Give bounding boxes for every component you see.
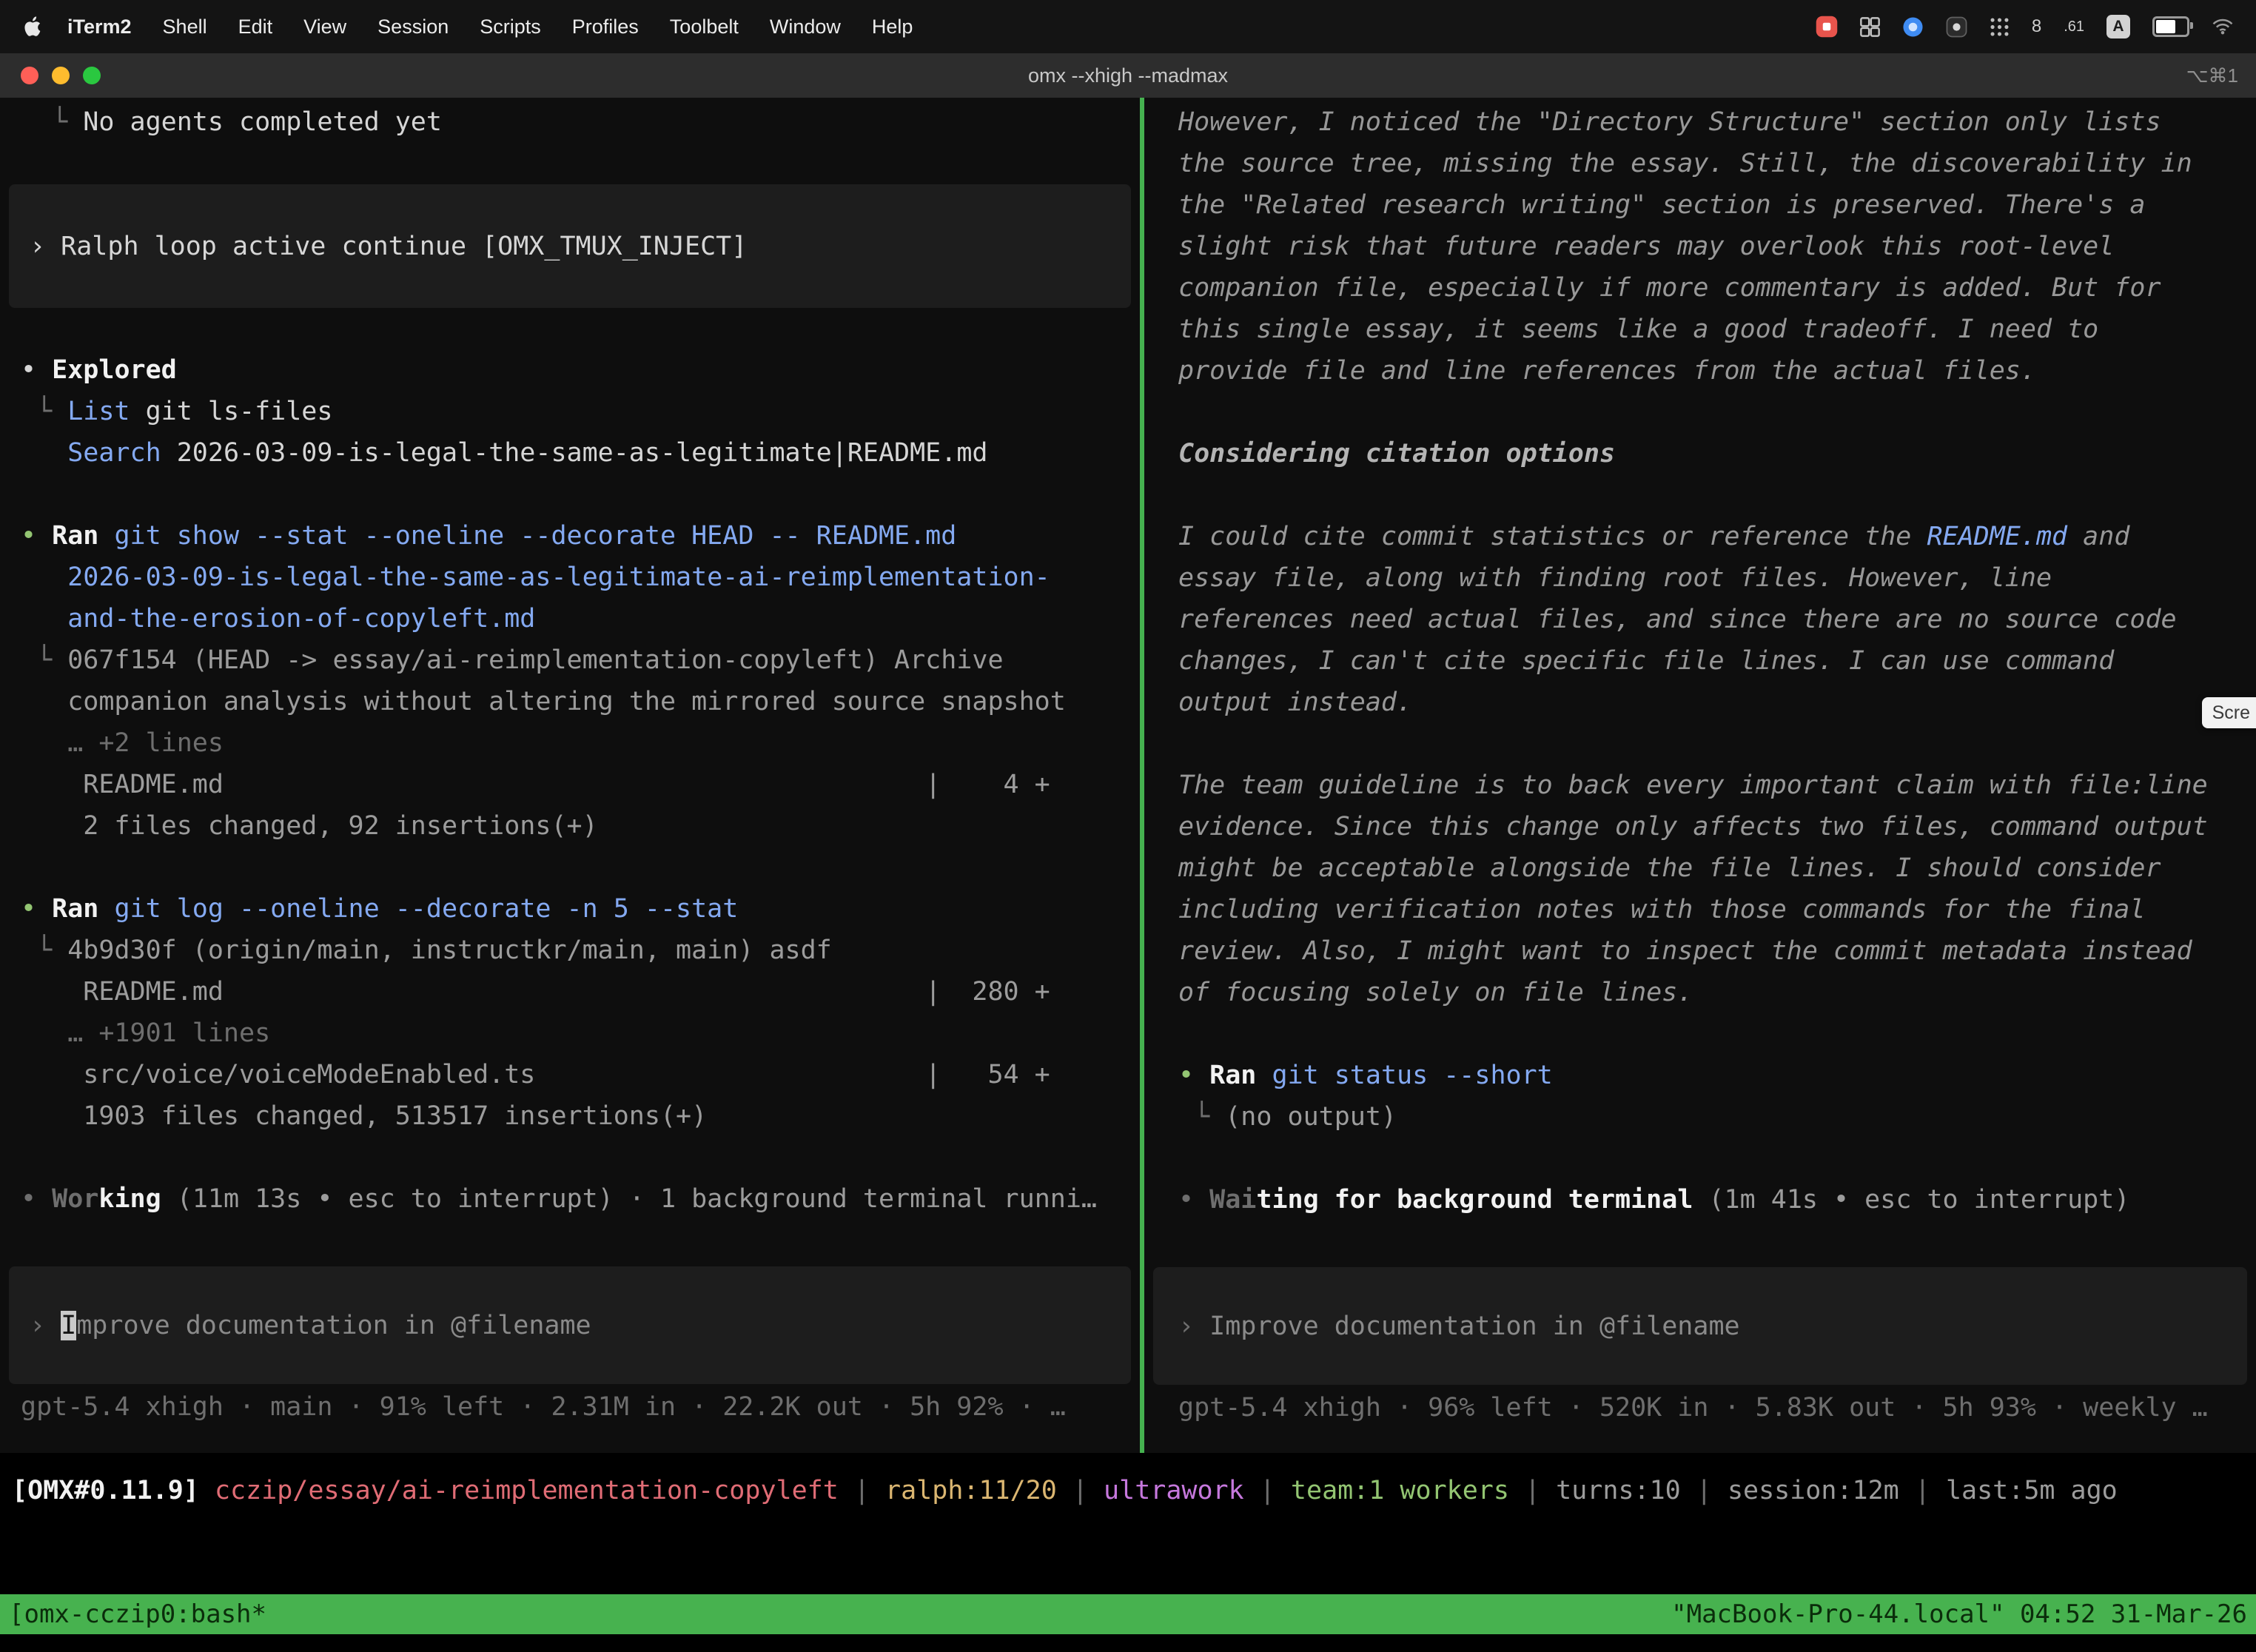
terminal-content: └ No agents completed yet › Ralph loop ac… — [0, 98, 2256, 1453]
terminal-line: companion file, especially if more comme… — [1144, 267, 2256, 309]
terminal-line: └ 4b9d30f (origin/main, instructkr/main,… — [0, 930, 1140, 971]
blank-line — [0, 847, 1140, 888]
terminal-line: the "Related research writing" section i… — [1144, 184, 2256, 226]
terminal-line: • Explored — [0, 349, 1140, 391]
terminal-line: • Ran git log --oneline --decorate -n 5 … — [0, 888, 1140, 930]
blue-app-icon[interactable] — [1902, 16, 1924, 38]
terminal-line: changes, I can't cite specific file line… — [1144, 640, 2256, 682]
terminal-line: The team guideline is to back every impo… — [1144, 765, 2256, 806]
terminal-line: • Ran git status --short — [1144, 1055, 2256, 1096]
terminal-line: provide file and line references from th… — [1144, 350, 2256, 392]
terminal-line: of focusing solely on file lines. — [1144, 972, 2256, 1013]
menu-item-scripts[interactable]: Scripts — [464, 16, 557, 38]
terminal-line: companion analysis without altering the … — [0, 681, 1140, 722]
terminal-line: README.md | 280 + — [0, 971, 1140, 1013]
menu-item-shell[interactable]: Shell — [147, 16, 223, 38]
app-dots-grid-icon[interactable] — [1990, 17, 2010, 37]
right-terminal-pane[interactable]: However, I noticed the "Directory Struct… — [1144, 98, 2256, 1453]
numeric-key-icon[interactable]: 8 — [2032, 16, 2041, 37]
ralph-loop-banner: › Ralph loop active continue [OMX_TMUX_I… — [9, 184, 1131, 308]
blank-line — [1144, 1138, 2256, 1179]
menu-item-help[interactable]: Help — [856, 16, 929, 38]
blank-line — [1144, 474, 2256, 516]
terminal-line: └ No agents completed yet — [0, 101, 1140, 143]
terminal-line: • Ran git show --stat --oneline --decora… — [0, 515, 1140, 557]
dark-app-icon[interactable] — [1946, 16, 1967, 38]
terminal-line: might be acceptable alongside the file l… — [1144, 847, 2256, 889]
blank-line — [1144, 723, 2256, 765]
blank-line — [0, 474, 1140, 515]
menu-item-window[interactable]: Window — [754, 16, 856, 38]
zoom-window-button[interactable] — [83, 67, 101, 84]
terminal-line: • Waiting for background terminal (1m 41… — [1144, 1179, 2256, 1220]
menu-item-edit[interactable]: Edit — [223, 16, 289, 38]
menu-item-profiles[interactable]: Profiles — [557, 16, 654, 38]
prompt-input[interactable]: › Improve documentation in @filename — [1153, 1267, 2247, 1385]
terminal-line: and-the-erosion-of-copyleft.md — [0, 598, 1140, 639]
close-window-button[interactable] — [21, 67, 38, 84]
menu-item-iterm2[interactable]: iTerm2 — [52, 16, 147, 38]
terminal-line: slight risk that future readers may over… — [1144, 226, 2256, 267]
terminal-line: … +2 lines — [0, 722, 1140, 764]
terminal-line: 1903 files changed, 513517 insertions(+) — [0, 1095, 1140, 1137]
terminal-line: • Working (11m 13s • esc to interrupt) ·… — [0, 1178, 1140, 1220]
terminal-line: └ 067f154 (HEAD -> essay/ai-reimplementa… — [0, 639, 1140, 681]
tmux-session-label[interactable]: [omx-cczip0:bash* — [9, 1594, 266, 1634]
input-source-icon[interactable]: A — [2106, 15, 2130, 38]
terminal-line: this single essay, it seems like a good … — [1144, 309, 2256, 350]
terminal-line: └ List git ls-files — [0, 391, 1140, 432]
wifi-icon[interactable] — [2212, 18, 2234, 36]
menu-item-view[interactable]: View — [288, 16, 362, 38]
terminal-line: └ (no output) — [1144, 1096, 2256, 1138]
terminal-line: Considering citation options — [1144, 433, 2256, 474]
blank-line — [1144, 392, 2256, 433]
battery-icon[interactable] — [2152, 16, 2189, 37]
blank-line — [1144, 1013, 2256, 1055]
blank-line — [0, 308, 1140, 349]
omx-status-line: [OMX#0.11.9] cczip/essay/ai-reimplementa… — [0, 1470, 2256, 1511]
terminal-line: references need actual files, and since … — [1144, 599, 2256, 640]
screen-recording-indicator-icon[interactable] — [1816, 16, 1838, 38]
session-status-line: gpt-5.4 xhigh · 96% left · 520K in · 5.8… — [1144, 1387, 2256, 1428]
terminal-line: 2 files changed, 92 insertions(+) — [0, 805, 1140, 847]
macos-menu-bar: iTerm2ShellEditViewSessionScriptsProfile… — [0, 0, 2256, 53]
terminal-line: the source tree, missing the essay. Stil… — [1144, 143, 2256, 184]
terminal-line: However, I noticed the "Directory Struct… — [1144, 101, 2256, 143]
blank-line — [0, 1137, 1140, 1178]
menu-item-session[interactable]: Session — [362, 16, 464, 38]
prompt-input[interactable]: › Improve documentation in @filename — [9, 1266, 1131, 1384]
menu-items: iTerm2ShellEditViewSessionScriptsProfile… — [52, 16, 928, 38]
menu-bar-status-icons: 8 .61 A — [1816, 15, 2234, 38]
terminal-line: evidence. Since this change only affects… — [1144, 806, 2256, 847]
left-terminal-pane[interactable]: └ No agents completed yet › Ralph loop ac… — [0, 98, 1140, 1453]
terminal-line: src/voice/voiceModeEnabled.ts | 54 + — [0, 1054, 1140, 1095]
traffic-lights — [21, 53, 101, 98]
window-title-bar: omx --xhigh --madmax ⌥⌘1 — [0, 53, 2256, 98]
terminal-line: I could cite commit statistics or refere… — [1144, 516, 2256, 557]
terminal-line: Search 2026-03-09-is-legal-the-same-as-l… — [0, 432, 1140, 474]
terminal-line: README.md | 4 + — [0, 764, 1140, 805]
terminal-line: … +1901 lines — [0, 1013, 1140, 1054]
terminal-line: output instead. — [1144, 682, 2256, 723]
terminal-line: review. Also, I might want to inspect th… — [1144, 930, 2256, 972]
tmux-host-clock-label: "MacBook-Pro-44.local" 04:52 31-Mar-26 — [1671, 1594, 2247, 1634]
menu-item-toolbelt[interactable]: Toolbelt — [654, 16, 754, 38]
window-grid-icon[interactable] — [1860, 17, 1880, 37]
apple-menu-icon[interactable] — [22, 15, 41, 38]
terminal-line: 2026-03-09-is-legal-the-same-as-legitima… — [0, 557, 1140, 598]
window-shortcut-label: ⌥⌘1 — [2186, 64, 2238, 87]
tmux-status-bar: [omx-cczip0:bash* "MacBook-Pro-44.local"… — [0, 1594, 2256, 1634]
session-status-line: gpt-5.4 xhigh · main · 91% left · 2.31M … — [0, 1386, 1140, 1428]
terminal-line: including verification notes with those … — [1144, 889, 2256, 930]
network-speed-badge[interactable]: .61 — [2064, 19, 2084, 36]
terminal-line: essay file, along with finding root file… — [1144, 557, 2256, 599]
screen-share-tooltip[interactable]: Scre — [2202, 697, 2256, 728]
minimize-window-button[interactable] — [52, 67, 70, 84]
window-title: omx --xhigh --madmax — [1028, 64, 1228, 87]
